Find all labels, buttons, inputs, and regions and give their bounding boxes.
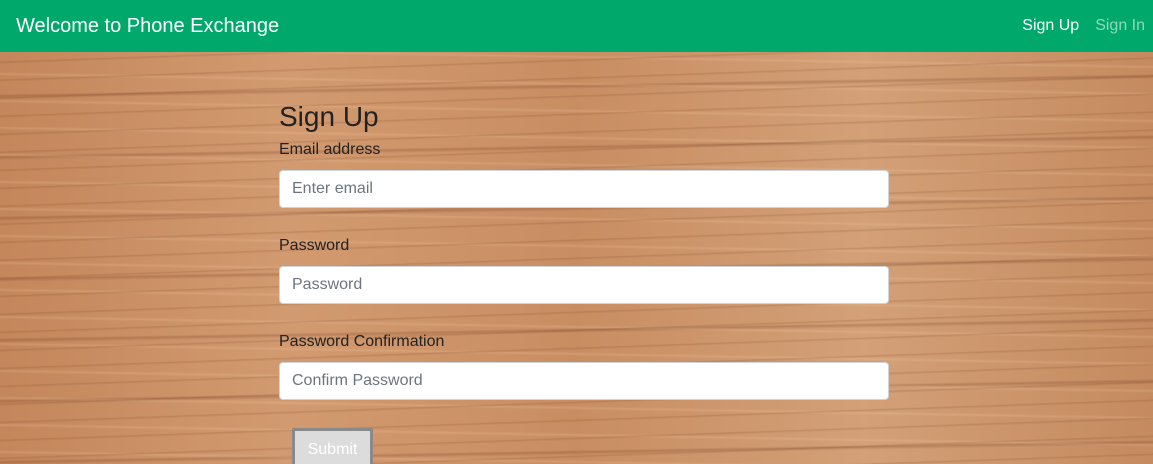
submit-button[interactable]: Submit: [292, 428, 373, 464]
password-field[interactable]: [279, 266, 889, 304]
nav-link-sign-up[interactable]: Sign Up: [1022, 17, 1079, 35]
password-label: Password: [279, 237, 350, 254]
confirm-password-label: Password Confirmation: [279, 333, 445, 350]
email-label: Email address: [279, 141, 381, 158]
email-group: Email address: [279, 140, 889, 208]
sign-up-form: Sign Up Email address Password Password …: [279, 100, 889, 464]
confirm-password-group: Password Confirmation: [279, 332, 889, 400]
nav-link-sign-in[interactable]: Sign In: [1095, 17, 1145, 35]
confirm-password-field[interactable]: [279, 362, 889, 400]
brand-title: Welcome to Phone Exchange: [16, 14, 280, 37]
top-navbar: Welcome to Phone Exchange Sign Up Sign I…: [0, 0, 1153, 52]
password-group: Password: [279, 236, 889, 304]
nav-links: Sign Up Sign In: [1022, 17, 1145, 35]
page-title: Sign Up: [279, 101, 379, 132]
email-field[interactable]: [279, 170, 889, 208]
